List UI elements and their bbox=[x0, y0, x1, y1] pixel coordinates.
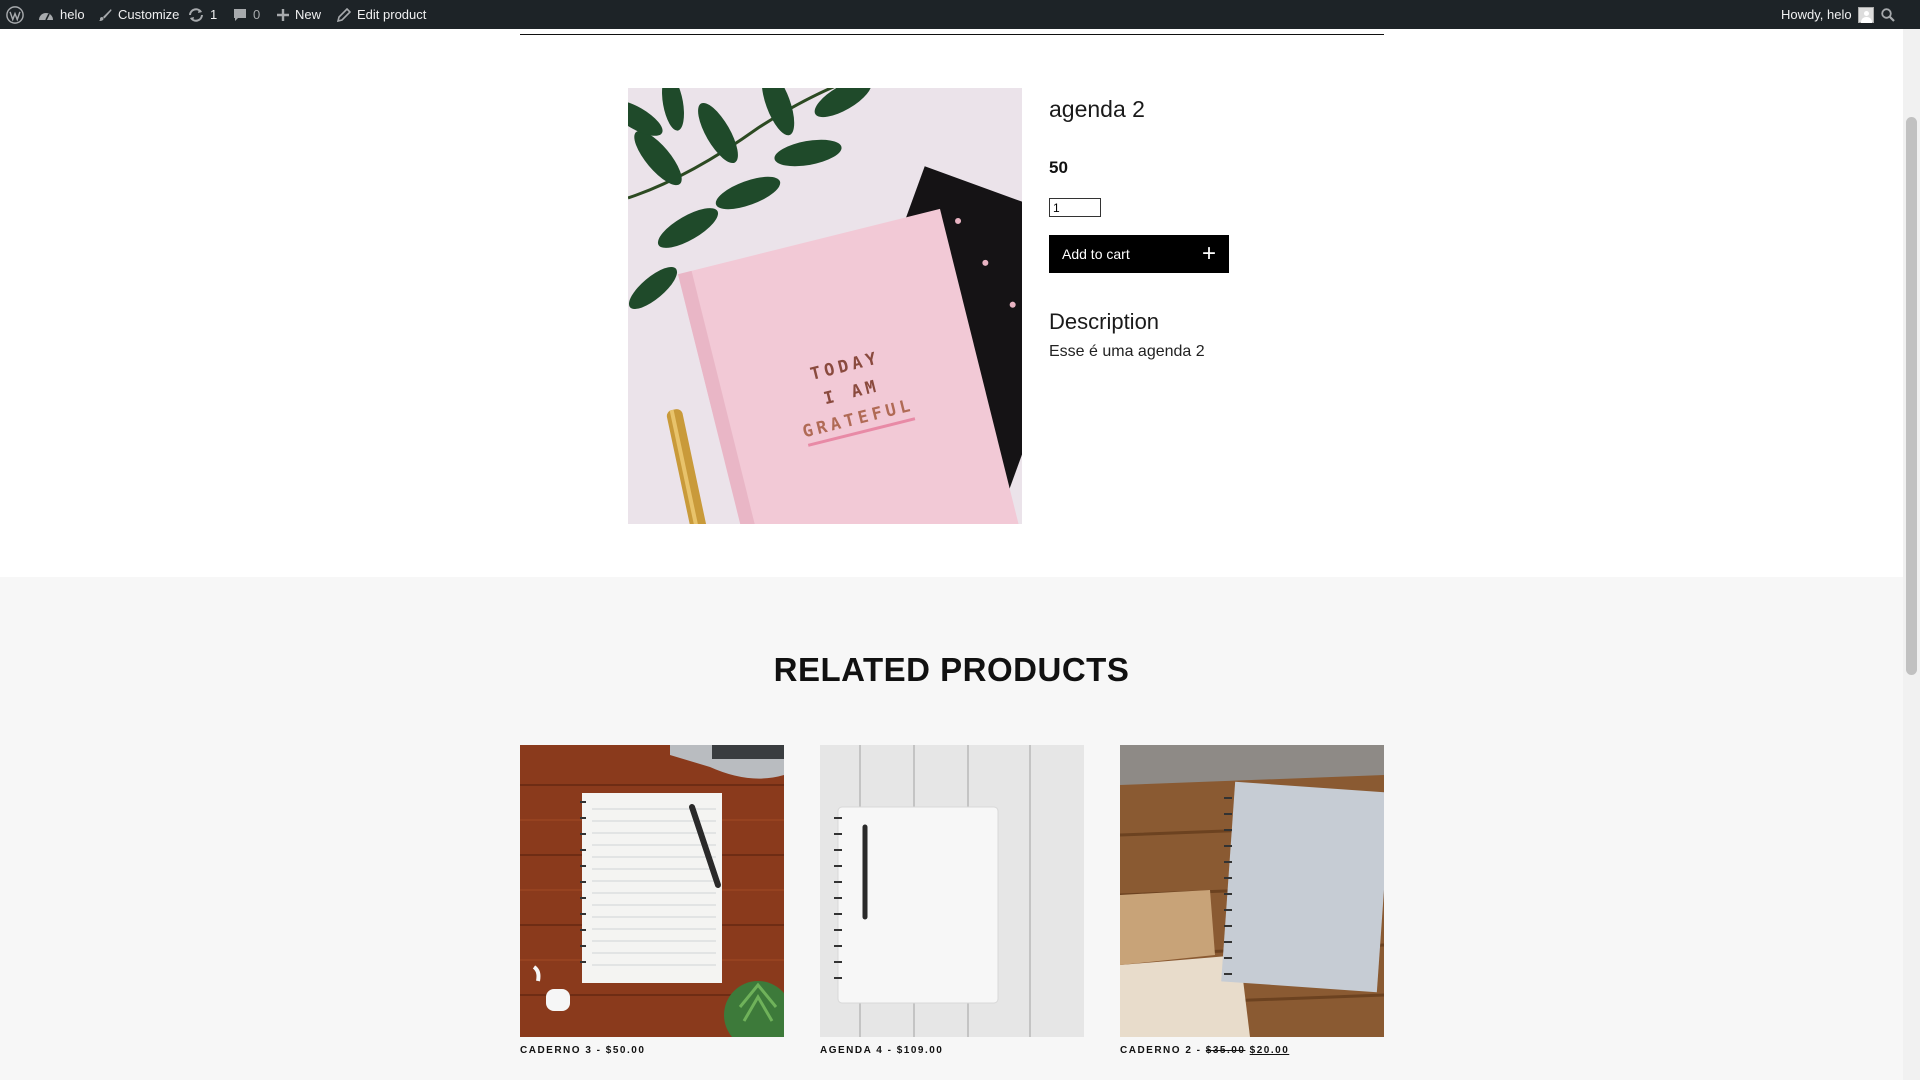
updates-count: 1 bbox=[210, 7, 218, 22]
add-to-cart-button[interactable]: Add to cart + bbox=[1049, 235, 1229, 273]
related-product-caption[interactable]: CADERNO 2 - $35.00 $20.00 bbox=[1120, 1045, 1384, 1056]
scrollbar-thumb[interactable] bbox=[1906, 117, 1917, 675]
admin-bar: helo Customize 1 0 New Edit product Howd… bbox=[0, 0, 1920, 29]
wordpress-logo-icon[interactable] bbox=[6, 0, 24, 29]
customize-label: Customize bbox=[118, 7, 180, 22]
edit-product-link[interactable]: Edit product bbox=[337, 0, 426, 29]
edit-product-label: Edit product bbox=[357, 7, 427, 22]
new-content-link[interactable]: New bbox=[277, 0, 321, 29]
related-product-card[interactable]: CADERNO 2 - $35.00 $20.00 bbox=[1120, 745, 1384, 1056]
description-text: Esse é uma agenda 2 bbox=[1049, 343, 1205, 360]
related-product-sale-price: $20.00 bbox=[1249, 1045, 1290, 1056]
related-product-card[interactable]: CADERNO 3 - $50.00 bbox=[520, 745, 784, 1056]
related-product-image[interactable] bbox=[1120, 745, 1384, 1037]
description-heading: Description bbox=[1049, 309, 1160, 334]
related-product-caption[interactable]: AGENDA 4 - $109.00 bbox=[820, 1045, 1084, 1056]
updates-link[interactable]: 1 bbox=[188, 0, 217, 29]
product-price: 50 bbox=[1049, 158, 1068, 177]
new-label: New bbox=[295, 7, 322, 22]
related-product-image[interactable] bbox=[520, 745, 784, 1037]
related-product-price: $50.00 bbox=[605, 1045, 646, 1056]
header-divider bbox=[520, 34, 1384, 35]
related-product-name: CADERNO 2 bbox=[1120, 1045, 1193, 1056]
related-product-name: CADERNO 3 bbox=[520, 1045, 593, 1056]
related-products-title: RELATED PRODUCTS bbox=[773, 651, 1130, 688]
plus-icon: + bbox=[1201, 240, 1216, 267]
site-name-link[interactable]: helo bbox=[38, 0, 85, 29]
site-name-label: helo bbox=[60, 7, 85, 22]
add-to-cart-label: Add to cart bbox=[1062, 246, 1130, 262]
related-product-old-price: $35.00 bbox=[1205, 1045, 1246, 1056]
dashboard-icon bbox=[39, 12, 53, 20]
pencil-icon bbox=[337, 7, 351, 22]
product-image[interactable]: TODAY I AM GRATEFUL bbox=[628, 88, 1022, 524]
my-account-link[interactable]: Howdy, helo bbox=[1781, 0, 1874, 29]
page-scrollbar[interactable] bbox=[1903, 29, 1920, 1080]
quantity-input[interactable] bbox=[1049, 198, 1101, 217]
related-product-card[interactable]: AGENDA 4 - $109.00 bbox=[820, 745, 1084, 1056]
comment-icon bbox=[234, 8, 246, 21]
comments-count: 0 bbox=[253, 7, 261, 22]
brush-icon bbox=[99, 8, 112, 21]
comments-link[interactable]: 0 bbox=[233, 0, 260, 29]
avatar bbox=[1857, 6, 1874, 23]
related-product-name: AGENDA 4 bbox=[820, 1045, 884, 1056]
product-title: agenda 2 bbox=[1049, 96, 1145, 122]
customize-link[interactable]: Customize bbox=[98, 0, 179, 29]
related-product-price: $109.00 bbox=[896, 1045, 944, 1056]
related-product-image[interactable] bbox=[820, 745, 1084, 1037]
search-icon[interactable] bbox=[1881, 0, 1895, 29]
related-product-caption[interactable]: CADERNO 3 - $50.00 bbox=[520, 1045, 784, 1056]
related-products-section: RELATED PRODUCTS CADERNO 3 - $50.00 AGEN… bbox=[0, 577, 1903, 1080]
howdy-label: Howdy, helo bbox=[1781, 7, 1852, 22]
updates-icon bbox=[189, 7, 203, 22]
plus-icon bbox=[277, 8, 289, 21]
